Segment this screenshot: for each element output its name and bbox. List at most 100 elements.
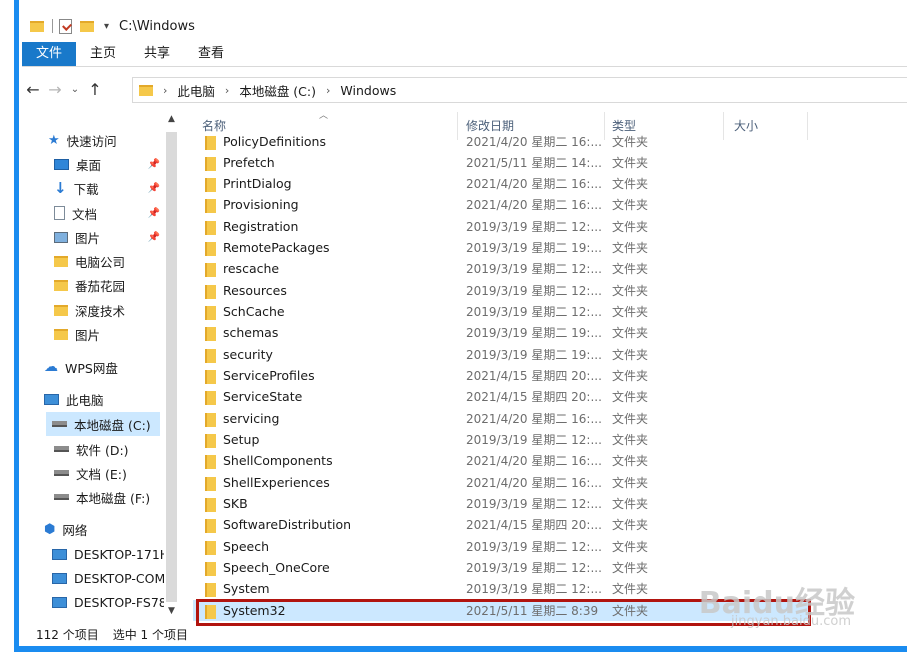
file-name: Registration (223, 219, 299, 234)
sidebar-item-desktop[interactable]: 桌面 📌 (54, 152, 164, 176)
chevron-right-icon[interactable]: › (163, 84, 167, 97)
scrollbar-thumb[interactable] (166, 132, 177, 602)
computer-icon (52, 548, 67, 560)
list-item[interactable]: rescache 2019/3/19 星期二 12:... 文件夹 (193, 258, 810, 279)
watermark-url: jingyan.baidu.com (731, 614, 851, 629)
file-type: 文件夹 (612, 433, 649, 447)
list-item[interactable]: ServiceState 2021/4/15 星期四 20:... 文件夹 (193, 386, 810, 407)
file-date: 2019/3/19 星期二 12:... (466, 220, 602, 234)
file-name: RemotePackages (223, 240, 330, 255)
scroll-down-icon[interactable]: ▼ (163, 606, 180, 616)
selected-count: 选中 1 个项目 (112, 628, 188, 642)
sidebar-item-network[interactable]: ⬢ 网络 (44, 517, 174, 541)
sidebar-item-network-pc[interactable]: DESKTOP-171H (52, 542, 164, 566)
sidebar-item-folder[interactable]: 深度技术 (54, 298, 164, 322)
breadcrumb-windows[interactable]: Windows (340, 83, 396, 98)
file-name: ServiceState (223, 389, 303, 404)
file-type: 文件夹 (612, 561, 649, 575)
sidebar-item-quick-access[interactable]: ★ 快速访问 (48, 128, 178, 152)
tab-share[interactable]: 共享 (130, 42, 184, 66)
file-type: 文件夹 (612, 412, 649, 426)
list-item[interactable]: Setup 2019/3/19 星期二 12:... 文件夹 (193, 429, 810, 450)
tab-home[interactable]: 主页 (76, 42, 130, 66)
customize-toolbar-icon[interactable]: ▾ (104, 21, 109, 32)
list-item[interactable]: ShellComponents 2021/4/20 星期二 16:... 文件夹 (193, 450, 810, 471)
folder-icon (205, 477, 216, 491)
chevron-right-icon[interactable]: › (326, 84, 330, 97)
list-item[interactable]: Provisioning 2021/4/20 星期二 16:... 文件夹 (193, 194, 810, 215)
recent-locations-icon[interactable]: ⌄ (66, 84, 84, 95)
sidebar-item-folder[interactable]: 番茄花园 (54, 273, 164, 297)
list-item[interactable]: PolicyDefinitions 2021/4/20 星期二 16:... 文件夹 (193, 131, 810, 152)
tab-file[interactable]: 文件 (22, 42, 77, 66)
sidebar-item-label: 软件 (D:) (76, 442, 129, 458)
list-item[interactable]: Speech_OneCore 2019/3/19 星期二 12:... 文件夹 (193, 557, 810, 578)
list-item[interactable]: security 2019/3/19 星期二 19:... 文件夹 (193, 344, 810, 365)
sidebar-item-label: 文档 (72, 206, 98, 222)
list-item[interactable]: SoftwareDistribution 2021/4/15 星期四 20:...… (193, 514, 810, 535)
forward-arrow-icon[interactable]: → (44, 80, 66, 99)
sidebar-item-network-pc[interactable]: DESKTOP-FS78 (52, 590, 164, 614)
sidebar-scrollbar[interactable]: ▲ ▼ (163, 112, 180, 622)
file-date: 2021/5/11 星期二 14:... (466, 156, 602, 170)
chevron-right-icon[interactable]: › (225, 84, 229, 97)
list-item[interactable]: SKB 2019/3/19 星期二 12:... 文件夹 (193, 493, 810, 514)
file-type: 文件夹 (612, 369, 649, 383)
folder-icon (54, 328, 68, 340)
properties-icon[interactable] (59, 18, 72, 34)
file-date: 2021/4/20 星期二 16:... (466, 454, 602, 468)
sidebar-item-documents[interactable]: 文档 📌 (54, 201, 164, 225)
folder-icon (205, 178, 216, 192)
computer-icon (44, 393, 59, 405)
new-folder-icon[interactable] (80, 20, 94, 32)
window-bottom-accent (14, 646, 907, 652)
file-name: SoftwareDistribution (223, 517, 352, 532)
list-item[interactable]: SchCache 2019/3/19 星期二 12:... 文件夹 (193, 301, 810, 322)
folder-icon (205, 391, 216, 405)
sidebar-item-drive-f[interactable]: 本地磁盘 (F:) (54, 485, 164, 509)
file-name: SchCache (223, 304, 285, 319)
up-arrow-icon[interactable]: ↑ (84, 80, 106, 99)
file-name: Setup (223, 432, 260, 447)
list-item[interactable]: Speech 2019/3/19 星期二 12:... 文件夹 (193, 536, 810, 557)
sidebar-item-drive-c[interactable]: 本地磁盘 (C:) (46, 412, 160, 436)
list-item[interactable]: Registration 2019/3/19 星期二 12:... 文件夹 (193, 216, 810, 237)
folder-icon (205, 285, 216, 299)
folder-icon (205, 519, 216, 533)
list-item[interactable]: ServiceProfiles 2021/4/15 星期四 20:... 文件夹 (193, 365, 810, 386)
breadcrumb-drive-c[interactable]: 本地磁盘 (C:) (239, 81, 316, 100)
list-item[interactable]: Resources 2019/3/19 星期二 12:... 文件夹 (193, 280, 810, 301)
sidebar-item-drive-d[interactable]: 软件 (D:) (54, 437, 164, 461)
sidebar-item-folder[interactable]: 图片 (54, 322, 164, 346)
list-item[interactable]: schemas 2019/3/19 星期二 19:... 文件夹 (193, 322, 810, 343)
file-name: SKB (223, 496, 248, 511)
address-bar[interactable]: › 此电脑 › 本地磁盘 (C:) › Windows ⌄ (132, 77, 907, 103)
file-type: 文件夹 (612, 177, 649, 191)
breadcrumb-this-pc[interactable]: 此电脑 (177, 81, 215, 100)
list-item[interactable]: servicing 2021/4/20 星期二 16:... 文件夹 (193, 408, 810, 429)
sidebar-item-network-pc[interactable]: DESKTOP-COM (52, 566, 164, 590)
ribbon-tabs: 文件 主页 共享 查看 (22, 42, 238, 66)
sidebar-item-label: 下载 (73, 181, 99, 197)
file-type: 文件夹 (612, 540, 649, 554)
folder-icon[interactable] (30, 20, 44, 32)
sidebar-item-downloads[interactable]: ↓ 下载 📌 (54, 176, 164, 200)
navigation-pane: ★ 快速访问 桌面 📌 ↓ 下载 📌 文档 📌 图片 📌 电脑公司 番茄花园 深… (30, 112, 180, 622)
list-item[interactable]: ShellExperiences 2021/4/20 星期二 16:... 文件夹 (193, 472, 810, 493)
sidebar-item-drive-e[interactable]: 文档 (E:) (54, 461, 164, 485)
status-bar: 112 个项目 选中 1 个项目 (36, 626, 188, 644)
sidebar-item-pictures[interactable]: 图片 📌 (54, 225, 164, 249)
sidebar-item-this-pc[interactable]: 此电脑 (44, 387, 174, 411)
sidebar-item-folder[interactable]: 电脑公司 (54, 249, 164, 273)
list-item[interactable]: Prefetch 2021/5/11 星期二 14:... 文件夹 (193, 152, 810, 173)
file-name: rescache (223, 261, 280, 276)
back-arrow-icon[interactable]: ← (22, 80, 44, 99)
list-item[interactable]: RemotePackages 2019/3/19 星期二 19:... 文件夹 (193, 237, 810, 258)
sidebar-item-wps-cloud[interactable]: ☁ WPS网盘 (44, 355, 174, 379)
tab-view[interactable]: 查看 (184, 42, 238, 66)
file-date: 2019/3/19 星期二 12:... (466, 433, 602, 447)
file-date: 2019/3/19 星期二 12:... (466, 540, 602, 554)
list-item[interactable]: PrintDialog 2021/4/20 星期二 16:... 文件夹 (193, 173, 810, 194)
scroll-up-icon[interactable]: ▲ (163, 114, 180, 124)
pin-icon: 📌 (147, 182, 160, 194)
